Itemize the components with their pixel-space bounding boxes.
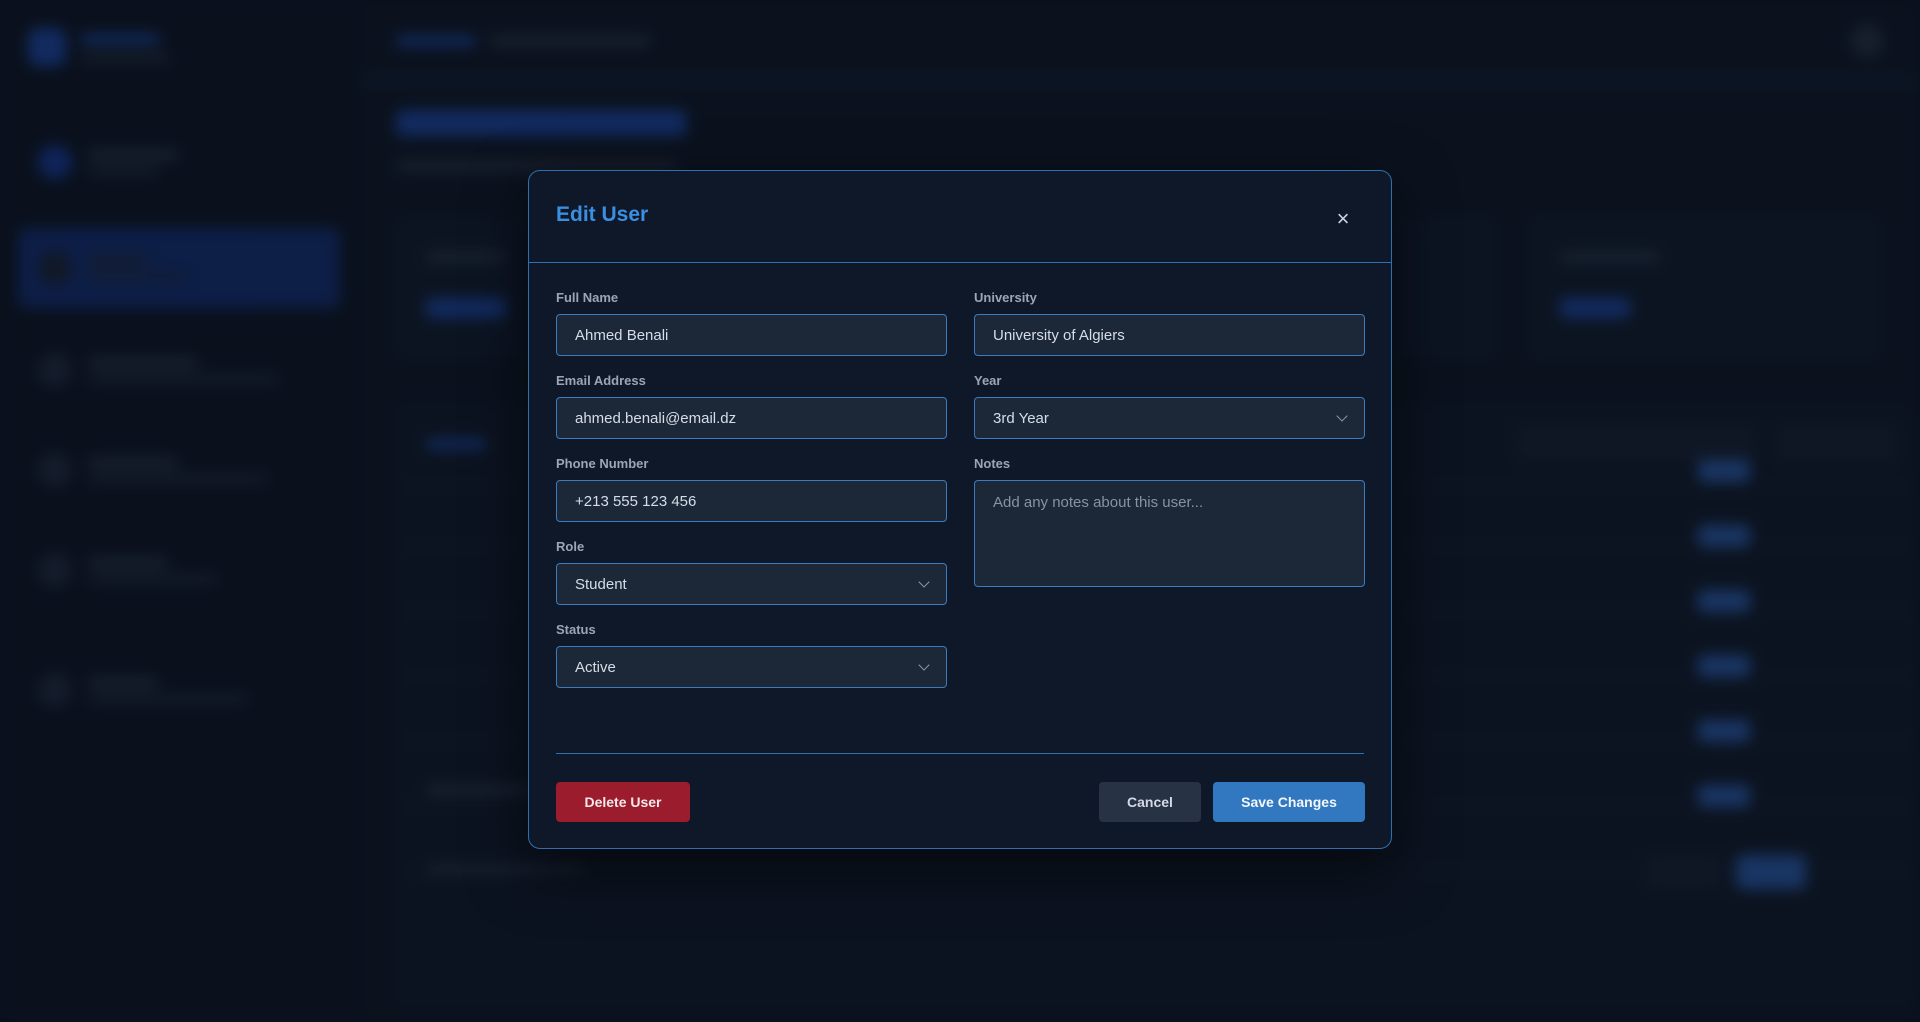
chevron-down-icon	[918, 659, 930, 671]
role-selected-value: Student	[575, 575, 627, 593]
edit-user-form: Full Name Email Address Phone Number Rol…	[556, 263, 1365, 688]
status-field: Status Active	[556, 622, 947, 688]
edit-user-modal: Edit User × Full Name Email Address Phon…	[528, 170, 1392, 849]
phone-input[interactable]	[556, 480, 947, 522]
full-name-field: Full Name	[556, 290, 947, 356]
role-field: Role Student	[556, 539, 947, 605]
save-changes-button[interactable]: Save Changes	[1213, 782, 1365, 822]
university-input[interactable]	[974, 314, 1365, 356]
phone-field: Phone Number	[556, 456, 947, 522]
footer-divider	[556, 753, 1364, 754]
role-label: Role	[556, 539, 585, 554]
status-select[interactable]: Active	[556, 646, 947, 688]
status-selected-value: Active	[575, 658, 616, 676]
chevron-down-icon	[918, 576, 930, 588]
full-name-input[interactable]	[556, 314, 947, 356]
email-input[interactable]	[556, 397, 947, 439]
close-button[interactable]: ×	[1331, 206, 1355, 231]
university-label: University	[974, 290, 1037, 305]
year-selected-value: 3rd Year	[993, 409, 1049, 427]
full-name-label: Full Name	[556, 290, 619, 305]
chevron-down-icon	[1336, 410, 1348, 422]
cancel-button[interactable]: Cancel	[1099, 782, 1201, 822]
university-field: University	[974, 290, 1365, 356]
year-label: Year	[974, 373, 1002, 388]
notes-field: Notes	[974, 456, 1365, 587]
modal-title: Edit User	[556, 203, 649, 226]
role-select[interactable]: Student	[556, 563, 947, 605]
year-select[interactable]: 3rd Year	[974, 397, 1365, 439]
delete-user-button[interactable]: Delete User	[556, 782, 690, 822]
modal-header: Edit User ×	[529, 171, 1391, 263]
close-icon: ×	[1336, 206, 1350, 231]
form-column-right: University Year 3rd Year Notes	[974, 263, 1365, 688]
year-field: Year 3rd Year	[974, 373, 1365, 439]
notes-label: Notes	[974, 456, 1011, 471]
form-column-left: Full Name Email Address Phone Number Rol…	[556, 263, 947, 688]
email-field: Email Address	[556, 373, 947, 439]
notes-textarea[interactable]	[974, 480, 1365, 587]
status-label: Status	[556, 622, 596, 637]
phone-label: Phone Number	[556, 456, 649, 471]
email-label: Email Address	[556, 373, 646, 388]
